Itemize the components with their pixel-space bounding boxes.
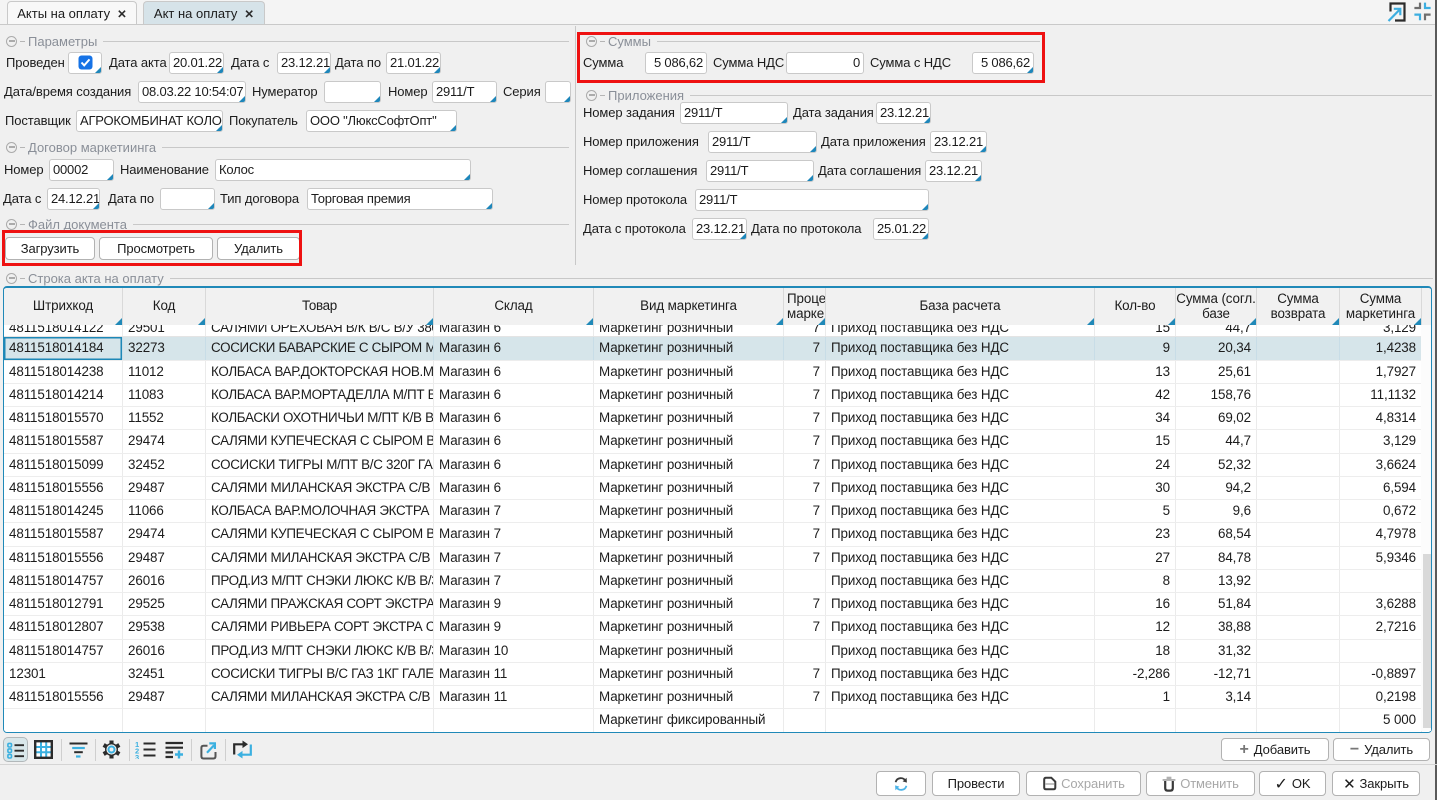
svg-text:3: 3 [135,753,139,759]
